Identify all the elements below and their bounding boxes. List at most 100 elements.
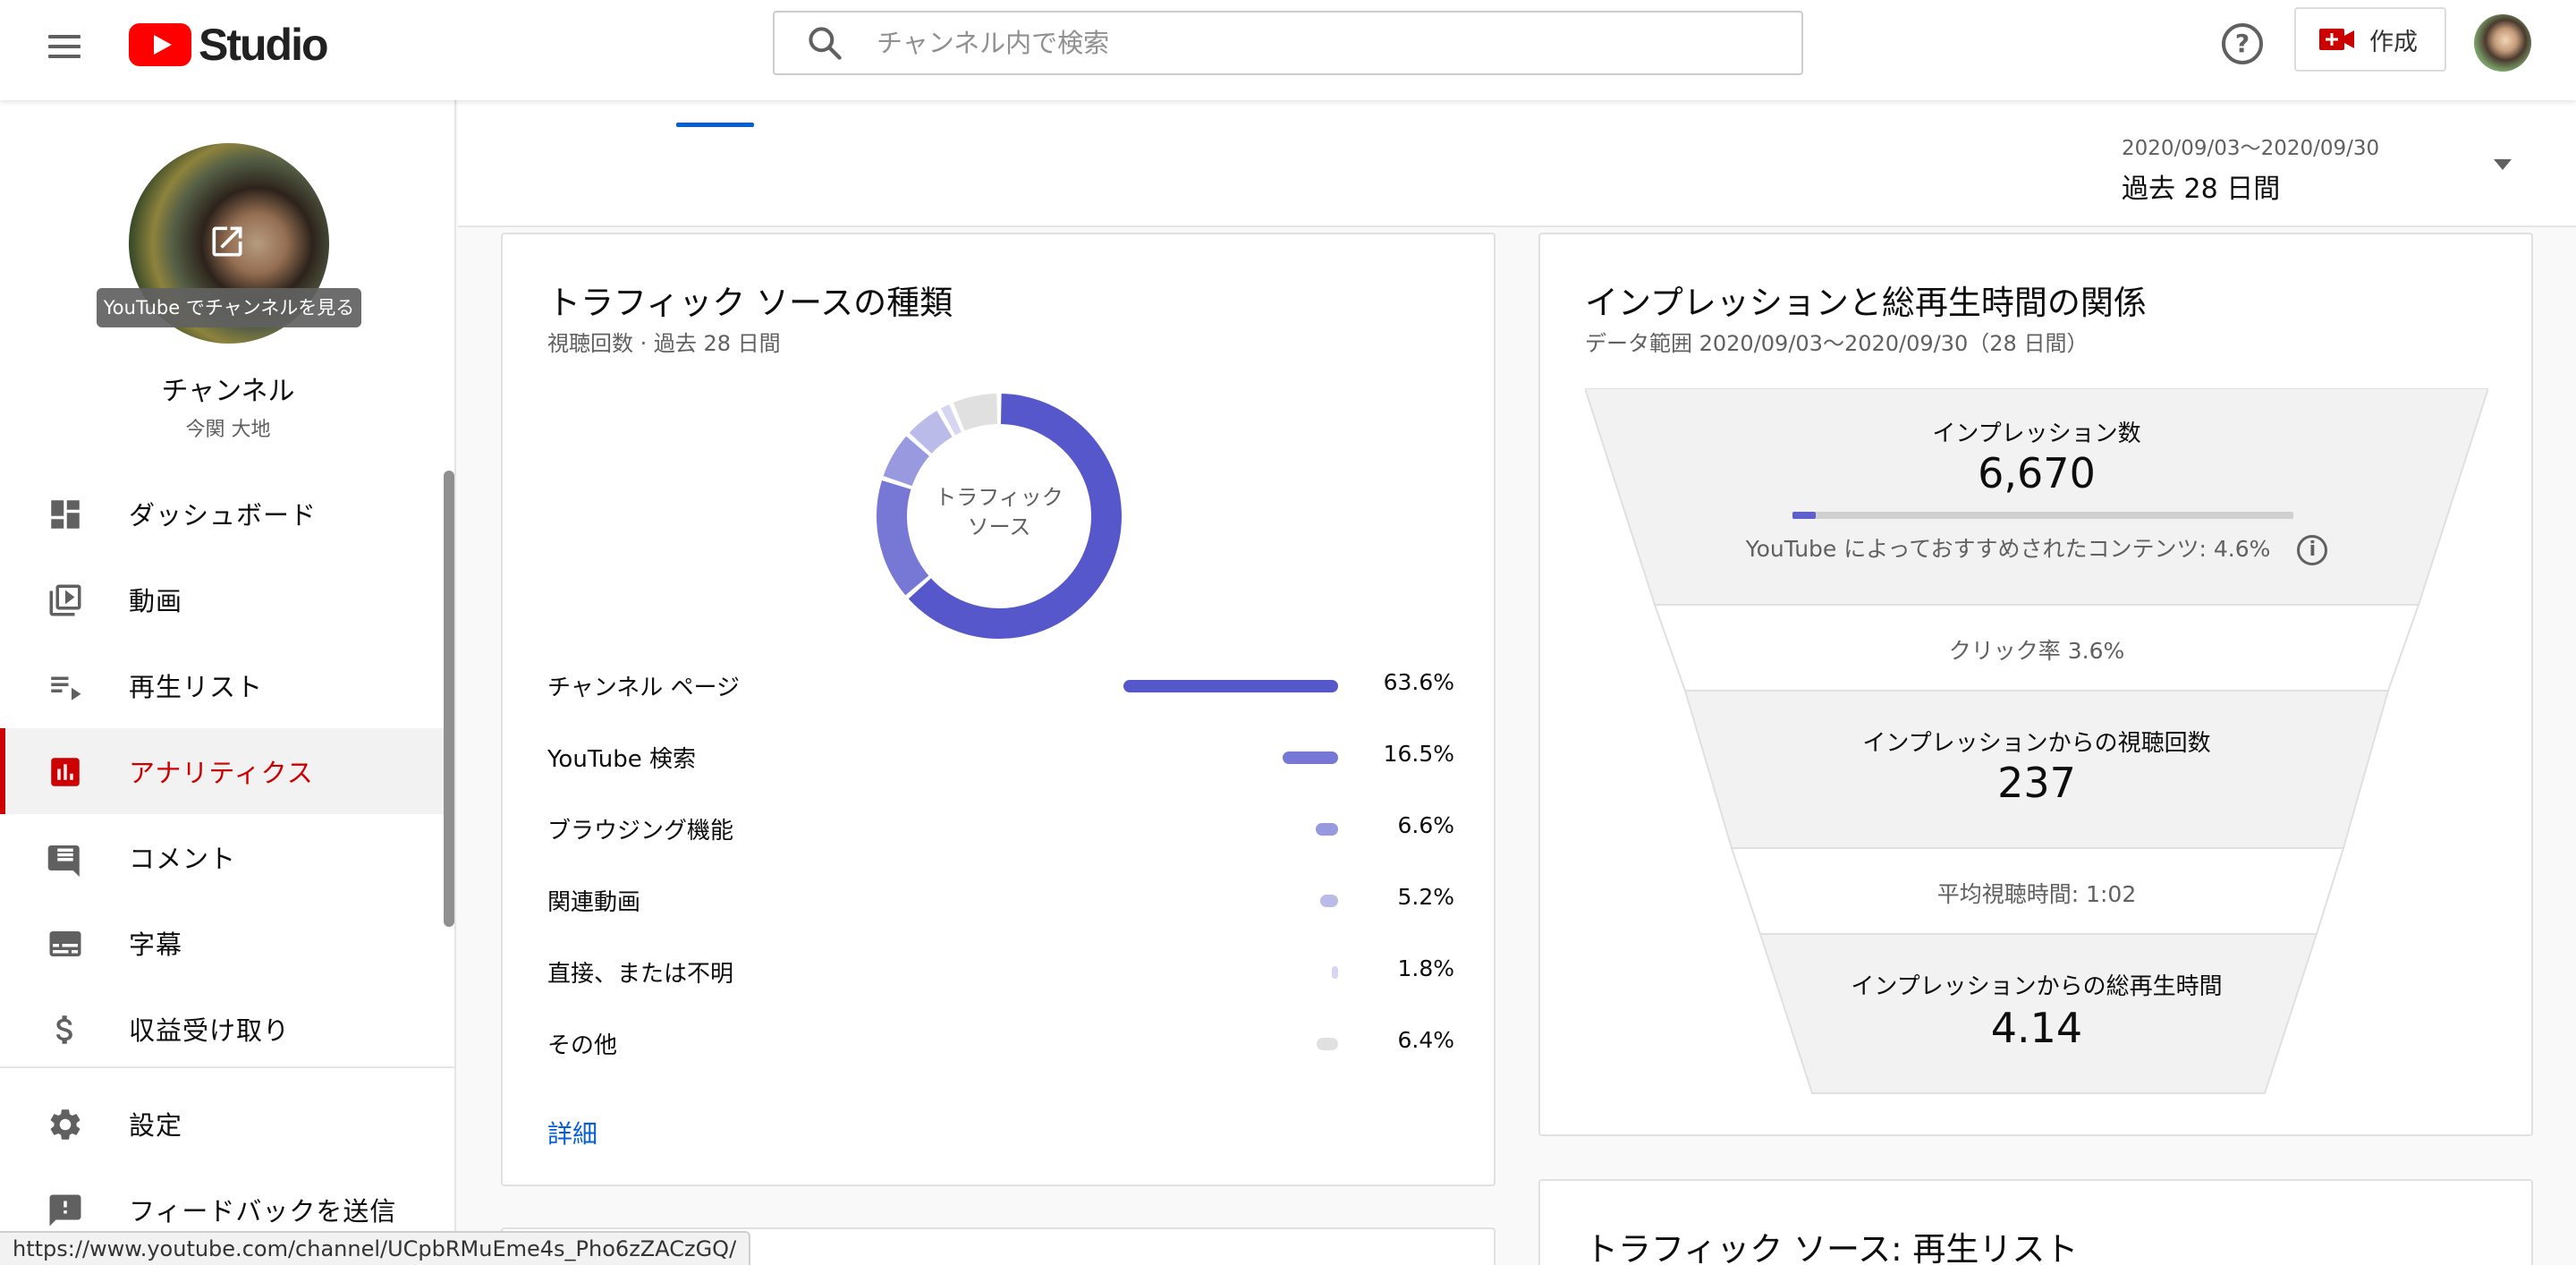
dollar-icon (56, 1015, 72, 1044)
recommended-text: YouTube によっておすすめされたコンテンツ: 4.6% (1745, 536, 2271, 562)
ctr-text: クリック率 3.6% (1948, 638, 2125, 664)
info-icon[interactable]: i (2297, 535, 2328, 565)
traffic-row[interactable]: 関連動画 5.2% (547, 875, 1454, 929)
create-button[interactable]: 作成 (2294, 7, 2446, 72)
traffic-bar (1317, 1038, 1338, 1050)
sidebar-item-label: ダッシュボード (129, 500, 318, 531)
sidebar: YouTube でチャンネルを見る チャンネル 今関 大地 ダッシュボード 動画… (0, 100, 456, 1265)
video-camera-plus-icon (2319, 29, 2354, 50)
donut-center-label: トラフィック ソース (935, 485, 1063, 539)
sidebar-item-label: 字幕 (129, 930, 183, 960)
card-title: トラフィック ソース: 再生リスト (1585, 1230, 2079, 1265)
views-label: インプレッションからの視聴回数 (1862, 730, 2211, 757)
card-title: インプレッションと総再生時間の関係 (1585, 284, 2147, 322)
youtube-play-icon (129, 23, 191, 66)
feedback-icon (49, 1194, 81, 1227)
card-title: トラフィック ソースの種類 (547, 284, 953, 322)
analytics-tabbar (458, 100, 2576, 227)
search-icon[interactable] (805, 23, 844, 63)
impressions-value: 6,670 (1978, 449, 2096, 497)
dashboard-icon (51, 500, 80, 529)
analytics-icon (51, 758, 80, 786)
traffic-label: 直接、または不明 (547, 961, 734, 988)
video-library-icon (49, 584, 81, 616)
sidebar-item-comments[interactable]: コメント (0, 814, 445, 900)
donut-slice[interactable] (940, 403, 962, 436)
sidebar-item-label: フィードバックを送信 (129, 1196, 397, 1227)
traffic-row[interactable]: 直接、または不明 1.8% (547, 947, 1454, 1000)
external-link-icon (212, 226, 242, 257)
channel-owner-name: 今関 大地 (185, 419, 271, 441)
sidebar-item-monetization[interactable]: 収益受け取り (0, 986, 445, 1072)
avg-view-duration: 平均視聴時間: 1:02 (1936, 881, 2137, 907)
sidebar-item-playlists[interactable]: 再生リスト (0, 642, 445, 728)
traffic-label: YouTube 検索 (547, 746, 696, 773)
donut-slice[interactable] (883, 436, 930, 487)
sidebar-item-label: 再生リスト (129, 672, 264, 702)
watch-time-value: 4.14 (1990, 1004, 2083, 1052)
playlist-icon (51, 676, 81, 700)
sidebar-item-label: コメント (129, 844, 237, 874)
details-link[interactable]: 詳細 (547, 1115, 597, 1150)
gear-icon (50, 1109, 80, 1140)
logo-text: Studio (199, 20, 329, 70)
help-icon[interactable]: ? (2222, 23, 2263, 64)
create-label: 作成 (2369, 28, 2418, 56)
views-value: 237 (1997, 759, 2076, 807)
traffic-label: チャンネル ページ (547, 675, 740, 701)
traffic-source-card: トラフィック ソースの種類 視聴回数 · 過去 28 日間 トラフィック ソース… (501, 233, 1496, 1186)
card-subtitle: 視聴回数 · 過去 28 日間 (547, 331, 781, 356)
date-range[interactable]: 2020/09/03〜2020/09/30 (2122, 131, 2379, 161)
watch-time-label: インプレッションからの総再生時間 (1851, 973, 2223, 1000)
sidebar-item-settings[interactable]: 設定 (0, 1081, 445, 1167)
sidebar-item-label: 動画 (129, 586, 183, 616)
traffic-row[interactable]: ブラウジング機能 6.6% (547, 803, 1454, 857)
traffic-percent: 16.5% (1383, 741, 1454, 767)
traffic-percent: 5.2% (1397, 884, 1454, 910)
status-url-bar: https://www.youtube.com/channel/UCpbRMuE… (0, 1231, 751, 1265)
recommended-progress-fill (1792, 512, 1816, 519)
recommended-line: YouTube によっておすすめされたコンテンツ: 4.6% i (1585, 531, 2488, 565)
traffic-bar (1316, 823, 1338, 836)
sidebar-item-analytics[interactable]: アナリティクス (0, 728, 445, 814)
account-avatar[interactable] (2474, 14, 2531, 72)
sidebar-item-subtitles[interactable]: 字幕 (0, 900, 445, 986)
sidebar-item-videos[interactable]: 動画 (0, 556, 445, 642)
traffic-percent: 63.6% (1383, 669, 1454, 695)
traffic-label: その他 (547, 1032, 618, 1059)
traffic-bar (1123, 680, 1338, 692)
traffic-percent: 6.6% (1397, 812, 1454, 838)
traffic-row[interactable]: YouTube 検索 16.5% (547, 732, 1454, 785)
subtitles-icon (49, 931, 81, 956)
recommended-progress-track (1792, 512, 2293, 519)
sidebar-item-label: 収益受け取り (129, 1015, 291, 1046)
studio-logo[interactable]: Studio (129, 20, 329, 70)
traffic-label: ブラウジング機能 (547, 818, 734, 845)
impressions-funnel-card: インプレッションと総再生時間の関係 データ範囲 2020/09/03〜2020/… (1538, 233, 2533, 1136)
traffic-row[interactable]: チャンネル ページ 63.6% (547, 660, 1454, 714)
traffic-bar (1332, 966, 1338, 979)
search-input[interactable] (877, 28, 1682, 58)
sidebar-item-label: 設定 (129, 1110, 183, 1141)
traffic-bar (1320, 895, 1338, 907)
search-box[interactable] (773, 11, 1803, 75)
sidebar-item-label: アナリティクス (129, 758, 314, 788)
traffic-row[interactable]: その他 6.4% (547, 1018, 1454, 1072)
donut-slice[interactable] (909, 411, 953, 454)
traffic-label: 関連動画 (547, 889, 641, 916)
sidebar-item-dashboard[interactable]: ダッシュボード (0, 471, 445, 556)
date-period-selector[interactable]: 過去 28 日間 (2122, 166, 2280, 206)
traffic-source-playlist-card: トラフィック ソース: 再生リスト (1538, 1179, 2533, 1265)
chevron-down-icon[interactable] (2494, 159, 2512, 170)
hamburger-menu-icon[interactable] (45, 27, 84, 66)
channel-title: チャンネル (161, 376, 295, 407)
traffic-bar (1283, 751, 1338, 764)
donut-slice[interactable] (877, 480, 929, 596)
sidebar-divider (0, 1066, 454, 1068)
view-channel-tooltip: YouTube でチャンネルを見る (97, 288, 361, 327)
traffic-percent: 6.4% (1397, 1027, 1454, 1053)
donut-slice[interactable] (953, 394, 998, 431)
traffic-percent: 1.8% (1397, 955, 1454, 981)
comment-icon (47, 845, 80, 877)
sidebar-scrollbar[interactable] (444, 471, 454, 927)
